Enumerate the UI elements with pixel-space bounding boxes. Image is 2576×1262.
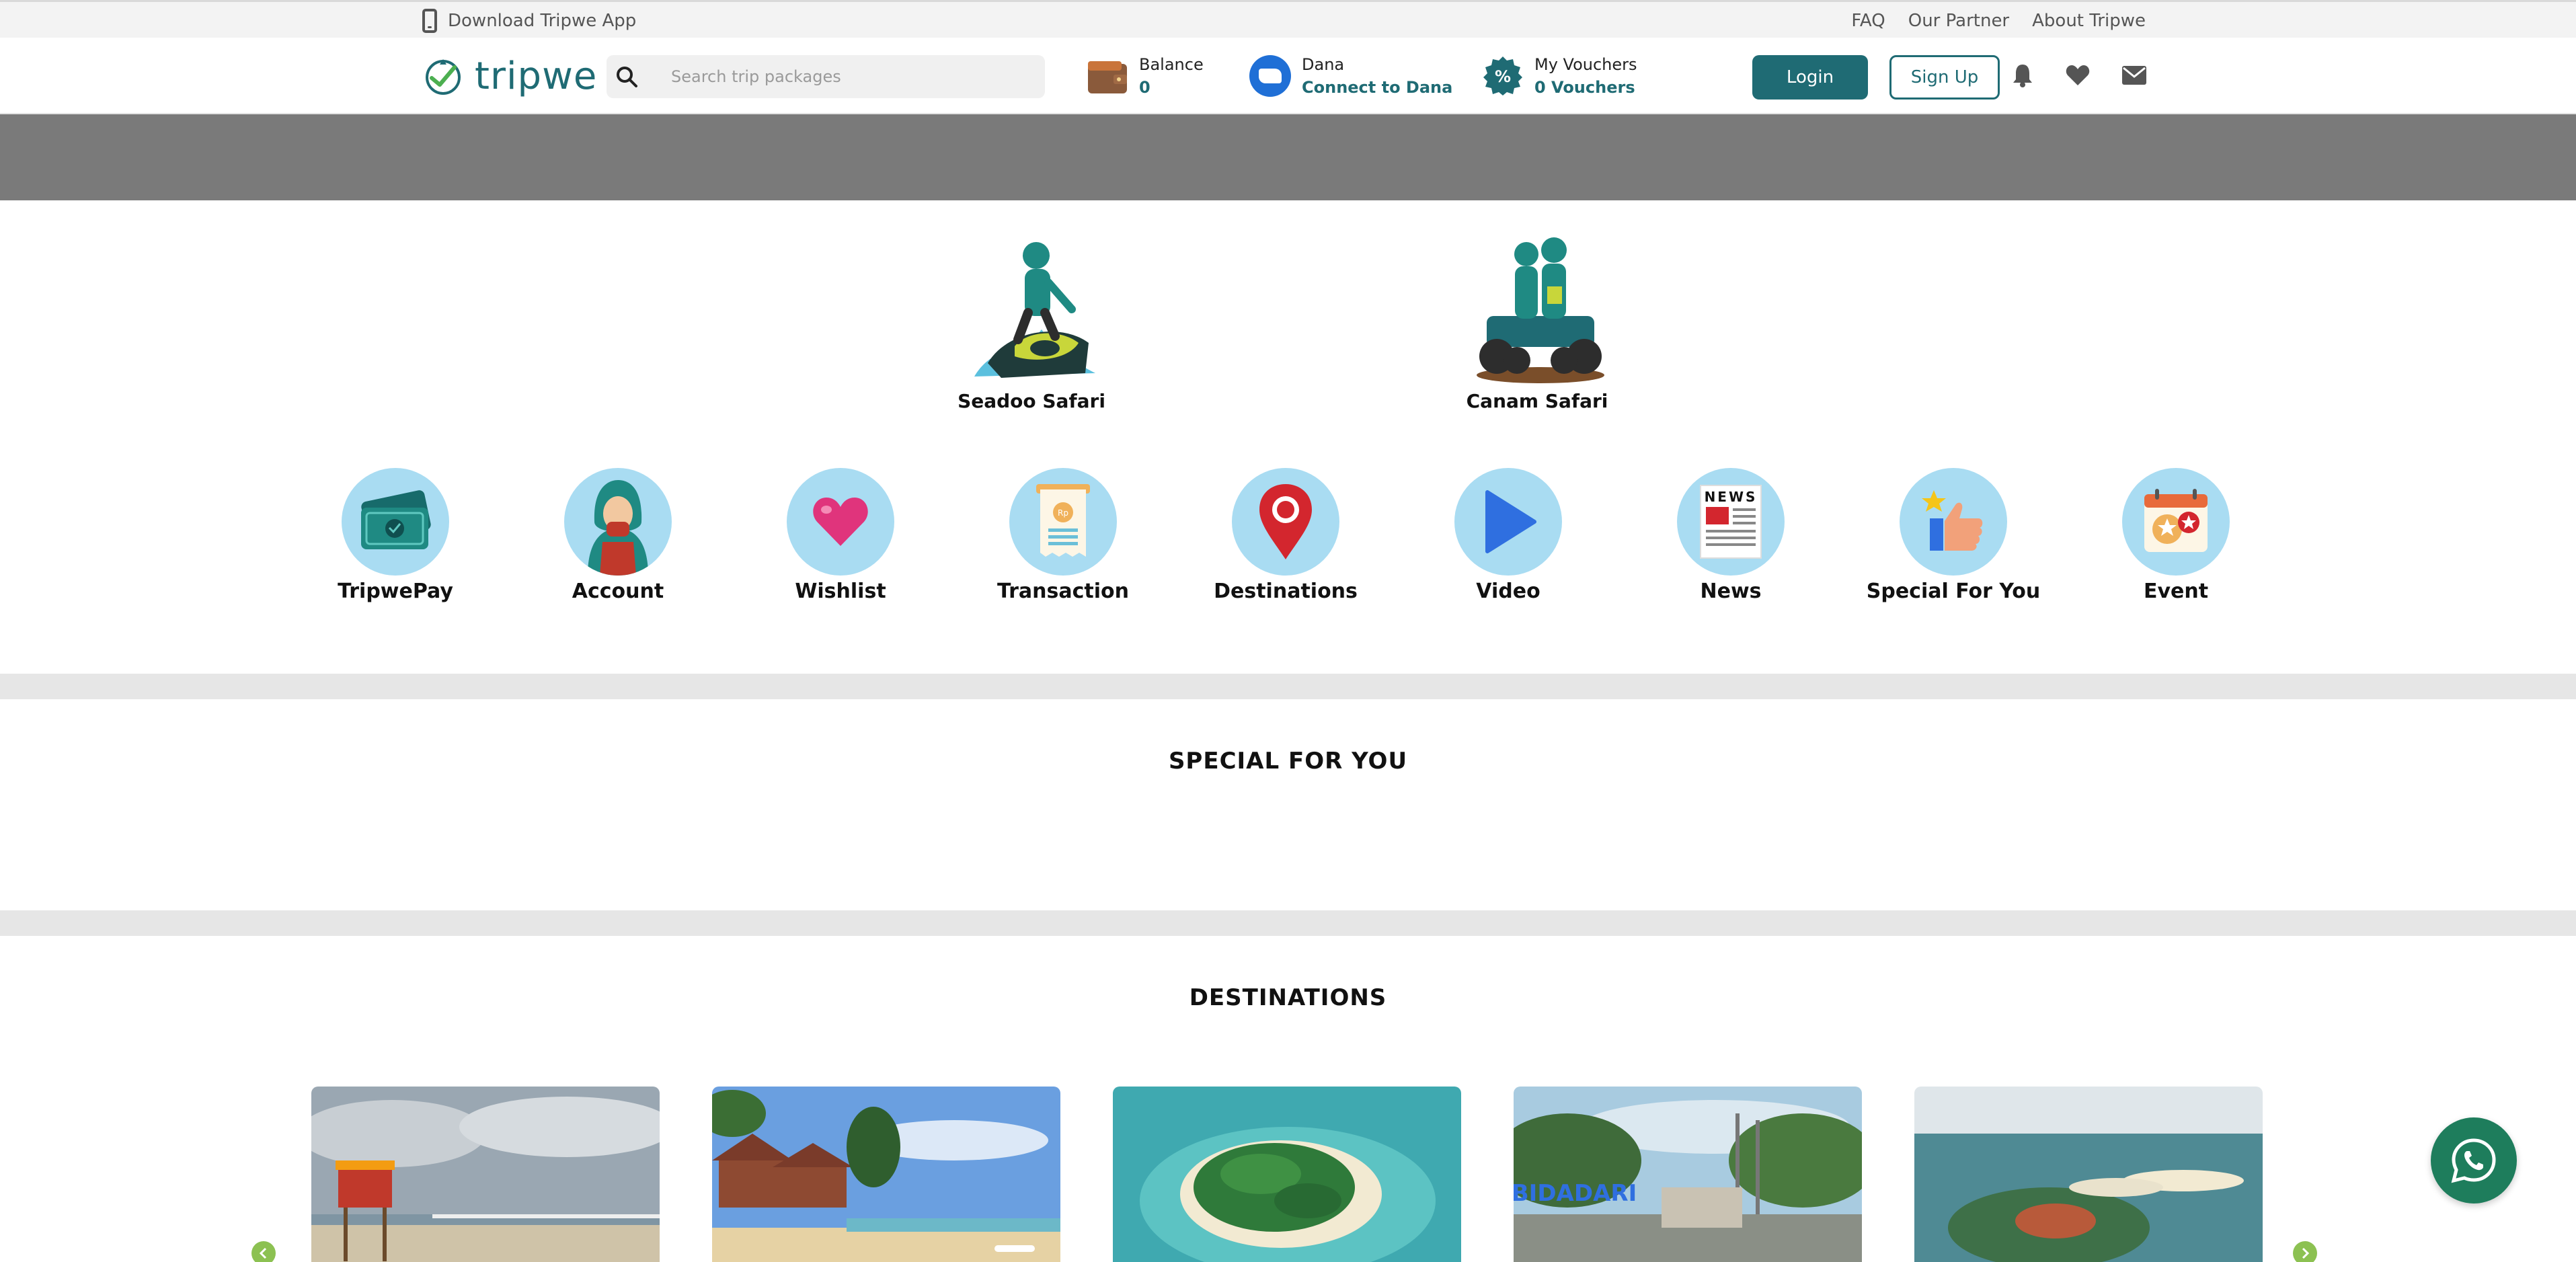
quick-menu: TripwePay Account Wishlist Rp Transactio… — [0, 468, 2576, 603]
menu-label: TripwePay — [338, 580, 453, 603]
menu-label: Wishlist — [795, 580, 886, 603]
heart-icon[interactable] — [2064, 62, 2091, 89]
tripwe-logo-icon — [426, 59, 461, 95]
svg-text:%: % — [1495, 67, 1511, 86]
logo-text: tripwe — [475, 54, 598, 98]
balance-widget[interactable]: Balance 0 — [1087, 51, 1204, 101]
phone-icon — [422, 9, 437, 33]
special-for-you-title: SPECIAL FOR YOU — [1168, 748, 1408, 775]
destination-card[interactable] — [311, 1087, 660, 1262]
download-app-link[interactable]: Download Tripwe App — [422, 9, 636, 33]
download-app-label: Download Tripwe App — [448, 11, 637, 31]
dana-label: Dana — [1302, 55, 1345, 74]
connect-dana-link[interactable]: Connect to Dana — [1302, 78, 1452, 97]
dana-icon — [1249, 55, 1291, 97]
island-resort-aerial-photo — [1914, 1087, 2263, 1262]
destinations-title: DESTINATIONS — [1189, 984, 1387, 1011]
heart-icon — [787, 468, 894, 576]
destination-card[interactable] — [712, 1087, 1060, 1262]
news-badge-text: NEWS — [1705, 489, 1758, 505]
login-button[interactable]: Login — [1752, 55, 1868, 100]
menu-label: Transaction — [997, 580, 1130, 603]
bidadari-sign-text: BIDADARI — [1514, 1180, 1637, 1207]
menu-tripwepay[interactable]: TripwePay — [301, 468, 490, 603]
featured-canam-safari[interactable]: Canam Safari — [1463, 229, 1611, 412]
featured-label: Canam Safari — [1466, 390, 1608, 412]
wallet-cards-icon — [342, 468, 449, 576]
menu-wishlist[interactable]: Wishlist — [746, 468, 935, 603]
balance-value: 0 — [1139, 78, 1150, 97]
menu-label: Special For You — [1866, 580, 2041, 603]
beach-huts-photo — [712, 1087, 1060, 1262]
dana-widget[interactable]: Dana Connect to Dana — [1249, 51, 1452, 101]
vouchers-value: 0 Vouchers — [1534, 78, 1635, 97]
destination-card[interactable] — [1113, 1087, 1461, 1262]
svg-text:Rp: Rp — [1058, 508, 1068, 518]
carousel-prev-arrow-icon[interactable] — [251, 1241, 276, 1262]
balance-label: Balance — [1139, 55, 1204, 74]
promo-banner[interactable] — [0, 114, 2576, 200]
destination-card[interactable]: BIDADARI — [1514, 1087, 1862, 1262]
menu-label: Video — [1476, 580, 1540, 603]
newspaper-icon: NEWS — [1677, 468, 1785, 576]
faq-link[interactable]: FAQ — [1851, 11, 1885, 31]
menu-label: Account — [572, 580, 664, 603]
top-links: FAQ Our Partner About Tripwe — [1851, 9, 2146, 33]
main-header: tripwe Balance 0 Dana Connect to Dana % — [0, 38, 2576, 114]
carousel-next-arrow-icon[interactable] — [2293, 1241, 2317, 1262]
section-divider — [0, 910, 2576, 936]
jetski-rider-icon — [974, 242, 1095, 378]
bell-icon[interactable] — [2009, 62, 2036, 89]
bidadari-island-photo: BIDADARI — [1514, 1087, 1862, 1262]
tropical-island-aerial-photo — [1113, 1087, 1461, 1262]
signup-button[interactable]: Sign Up — [1889, 55, 2000, 100]
search-bar[interactable] — [607, 55, 1045, 98]
play-icon — [1454, 468, 1562, 576]
menu-transaction[interactable]: Rp Transaction — [969, 468, 1157, 603]
beach-lifeguard-tower-photo — [311, 1087, 660, 1262]
featured-seadoo-safari[interactable]: Seadoo Safari — [958, 229, 1105, 412]
menu-news[interactable]: NEWS News — [1637, 468, 1825, 603]
menu-event[interactable]: Event — [2082, 468, 2270, 603]
menu-destinations[interactable]: Destinations — [1192, 468, 1380, 603]
receipt-icon: Rp — [1009, 468, 1117, 576]
menu-label: Destinations — [1214, 580, 1358, 603]
voucher-icon: % — [1483, 56, 1522, 95]
menu-account[interactable]: Account — [524, 468, 712, 603]
tripwe-logo[interactable]: tripwe — [422, 52, 597, 100]
menu-label: Event — [2143, 580, 2209, 603]
menu-video[interactable]: Video — [1414, 468, 1602, 603]
user-avatar-icon — [564, 468, 672, 576]
search-icon[interactable] — [607, 55, 647, 98]
menu-label: News — [1700, 580, 1762, 603]
atv-riders-icon — [1477, 237, 1604, 383]
section-divider — [0, 674, 2576, 699]
destination-card[interactable] — [1914, 1087, 2263, 1262]
vouchers-widget[interactable]: % My Vouchers 0 Vouchers — [1482, 51, 1637, 101]
our-partner-link[interactable]: Our Partner — [1908, 11, 2009, 31]
whatsapp-icon — [2451, 1138, 2496, 1183]
about-tripwe-link[interactable]: About Tripwe — [2032, 11, 2146, 31]
top-utility-bar: Download Tripwe App FAQ Our Partner Abou… — [0, 0, 2576, 38]
featured-label: Seadoo Safari — [958, 390, 1105, 412]
map-pin-icon — [1232, 468, 1339, 576]
mail-icon[interactable] — [2121, 62, 2148, 89]
whatsapp-chat-button[interactable] — [2431, 1117, 2517, 1204]
calendar-star-icon — [2122, 468, 2230, 576]
vouchers-label: My Vouchers — [1534, 55, 1637, 74]
wallet-icon — [1088, 61, 1127, 93]
search-input[interactable] — [671, 67, 1021, 86]
menu-special-for-you[interactable]: Special For You — [1859, 468, 2047, 603]
thumbs-up-star-icon — [1900, 468, 2007, 576]
